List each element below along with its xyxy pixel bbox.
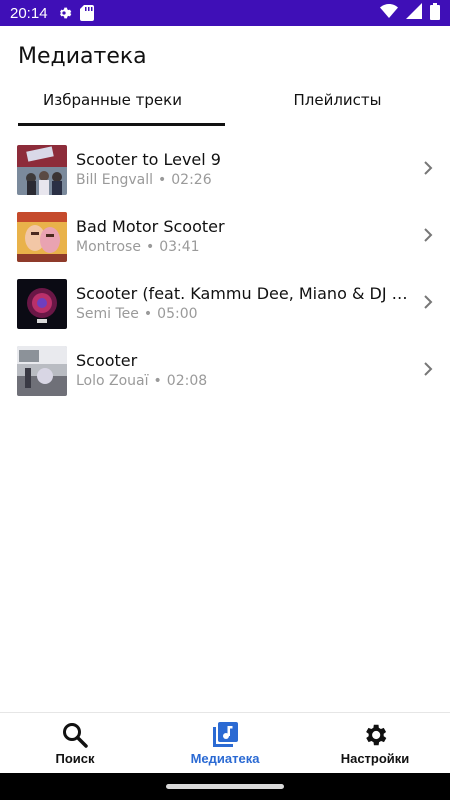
wifi-icon <box>380 3 398 23</box>
battery-icon <box>430 2 440 24</box>
tab-bar: Избранные треки Плейлисты <box>0 82 450 126</box>
track-duration: 02:26 <box>171 172 212 188</box>
status-bar: 20:14 <box>0 0 450 26</box>
track-title: Scooter <box>76 351 138 370</box>
settings-status-icon <box>56 5 72 21</box>
track-duration: 02:08 <box>166 373 208 389</box>
search-icon <box>61 721 89 749</box>
track-artist: Lolo Zouaï <box>76 373 149 389</box>
track-duration: 03:41 <box>159 239 200 255</box>
nav-settings[interactable]: Настройки <box>300 713 450 773</box>
nav-library[interactable]: Медиатека <box>150 713 300 773</box>
track-row[interactable]: Scooter (feat. Kammu Dee, Miano & DJ Map… <box>0 270 450 337</box>
album-cover <box>17 345 67 396</box>
track-title: Scooter to Level 9 <box>76 150 221 169</box>
tab-favorite-tracks[interactable]: Избранные треки <box>0 82 225 126</box>
track-duration: 05:00 <box>157 306 198 322</box>
track-list: Scooter to Level 9 Bill Engvall • 02:26 Ba… <box>0 136 450 404</box>
album-cover <box>17 211 67 262</box>
status-time: 20:14 <box>10 4 48 22</box>
chevron-right-icon <box>420 294 436 314</box>
separator-dot: • <box>157 172 167 188</box>
bottom-navigation: Поиск Медиатека Настройки <box>0 712 450 773</box>
nav-label: Поиск <box>55 751 95 766</box>
nav-label: Настройки <box>340 751 410 766</box>
separator-dot: • <box>145 239 155 255</box>
library-icon <box>211 721 239 749</box>
separator-dot: • <box>153 373 162 389</box>
home-gesture-handle[interactable] <box>166 784 284 789</box>
track-row[interactable]: Scooter to Level 9 Bill Engvall • 02:26 <box>0 136 450 203</box>
system-gesture-bar <box>0 773 450 800</box>
chevron-right-icon <box>420 227 436 247</box>
tab-label: Плейлисты <box>293 91 382 109</box>
sd-card-icon <box>79 5 96 21</box>
tab-playlists[interactable]: Плейлисты <box>225 82 450 126</box>
nav-label: Медиатека <box>190 751 260 766</box>
chevron-right-icon <box>420 160 436 180</box>
chevron-right-icon <box>420 361 436 381</box>
settings-icon <box>361 721 389 749</box>
track-title: Bad Motor Scooter <box>76 217 225 236</box>
album-cover <box>17 144 67 195</box>
album-cover <box>17 278 67 329</box>
separator-dot: • <box>143 306 153 322</box>
track-artist: Bill Engvall <box>76 172 153 188</box>
track-row[interactable]: Bad Motor Scooter Montrose • 03:41 <box>0 203 450 270</box>
signal-icon <box>406 3 422 23</box>
track-title: Scooter (feat. Kammu Dee, Miano & DJ Map… <box>76 284 410 303</box>
page-title: Медиатека <box>18 44 147 69</box>
tab-label: Избранные треки <box>43 91 182 109</box>
track-row[interactable]: Scooter Lolo Zouaï • 02:08 <box>0 337 450 404</box>
nav-search[interactable]: Поиск <box>0 713 150 773</box>
track-artist: Semi Tee <box>76 306 139 322</box>
track-artist: Montrose <box>76 239 141 255</box>
